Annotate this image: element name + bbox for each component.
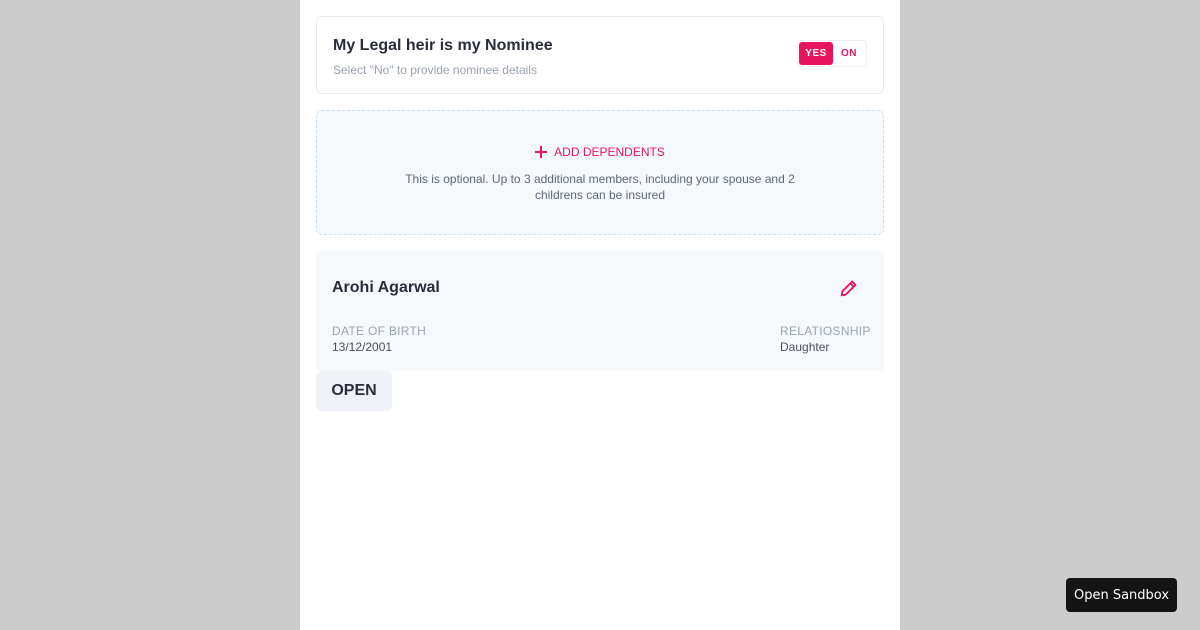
plus-icon <box>535 146 548 158</box>
nominee-yes-no-toggle[interactable]: YES ON <box>797 40 867 67</box>
toggle-yes-option[interactable]: YES <box>799 42 833 65</box>
relationship-value: Daughter <box>780 340 830 354</box>
nominee-subtitle: Select "No" to provide nominee details <box>333 63 537 77</box>
toggle-no-option[interactable]: ON <box>833 42 865 65</box>
add-dependents-button[interactable]: ADD DEPENDENTS <box>317 145 883 159</box>
dob-label: DATE OF BIRTH <box>332 324 427 338</box>
member-name: Arohi Agarwal <box>332 279 440 296</box>
dob-value: 13/12/2001 <box>332 340 393 354</box>
member-card: Arohi Agarwal DATE OF BIRTH 13/12/2001 R… <box>316 251 884 371</box>
pencil-icon[interactable] <box>838 277 860 299</box>
page-panel: My Legal heir is my Nominee Select "No" … <box>300 0 900 630</box>
dependents-help-text: This is optional. Up to 3 additional mem… <box>405 172 795 202</box>
nominee-title: My Legal heir is my Nominee <box>333 37 553 54</box>
add-dependents-label: ADD DEPENDENTS <box>554 145 665 159</box>
add-dependents-box: ADD DEPENDENTS This is optional. Up to 3… <box>316 110 884 235</box>
relationship-label: RELATIOSNHIP <box>780 324 871 338</box>
open-button[interactable]: OPEN <box>316 371 392 411</box>
nominee-card: My Legal heir is my Nominee Select "No" … <box>316 16 884 94</box>
open-sandbox-button[interactable]: Open Sandbox <box>1066 578 1177 612</box>
